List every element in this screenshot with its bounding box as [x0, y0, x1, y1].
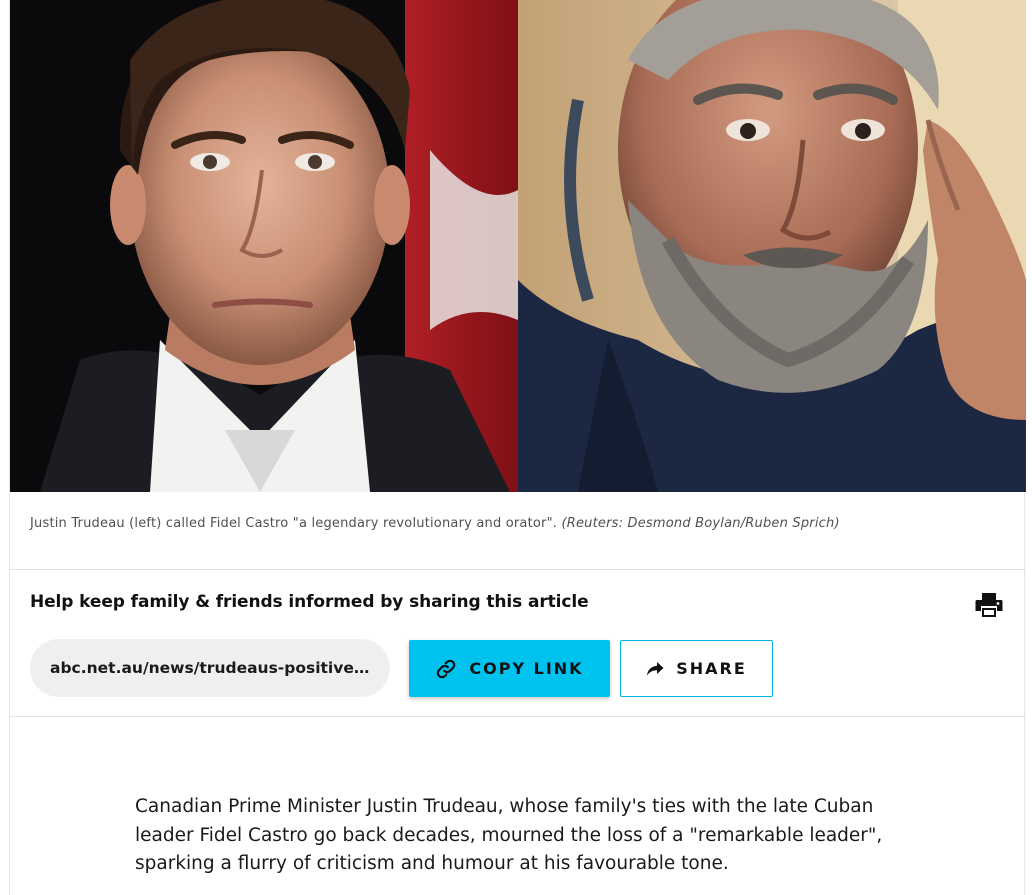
share-panel: Help keep family & friends informed by s… [10, 569, 1026, 717]
hero-image [10, 0, 1026, 492]
image-caption: Justin Trudeau (left) called Fidel Castr… [10, 492, 1026, 569]
caption-credit: (Reuters: Desmond Boylan/Ruben Sprich) [561, 516, 840, 531]
article-column: Justin Trudeau (left) called Fidel Castr… [9, 0, 1026, 895]
share-url-field[interactable]: abc.net.au/news/trudeaus-positive-commen… [30, 639, 390, 697]
share-arrow-icon [646, 661, 664, 677]
share-button[interactable]: SHARE [620, 640, 773, 697]
article-paragraph: Canadian Prime Minister Justin Trudeau, … [135, 796, 883, 874]
trudeau-photo [10, 0, 518, 492]
link-icon [435, 658, 457, 680]
share-url-text: abc.net.au/news/trudeaus-positive-commen… [50, 659, 370, 677]
print-button[interactable] [975, 592, 1005, 618]
caption-text: Justin Trudeau (left) called Fidel Castr… [30, 516, 558, 531]
copy-link-button[interactable]: COPY LINK [409, 640, 610, 697]
page-frame: Justin Trudeau (left) called Fidel Castr… [0, 0, 1032, 895]
share-label: SHARE [676, 659, 747, 678]
copy-link-label: COPY LINK [469, 659, 584, 678]
share-heading: Help keep family & friends informed by s… [30, 592, 589, 612]
print-icon [975, 593, 1003, 617]
castro-photo [518, 0, 1026, 492]
